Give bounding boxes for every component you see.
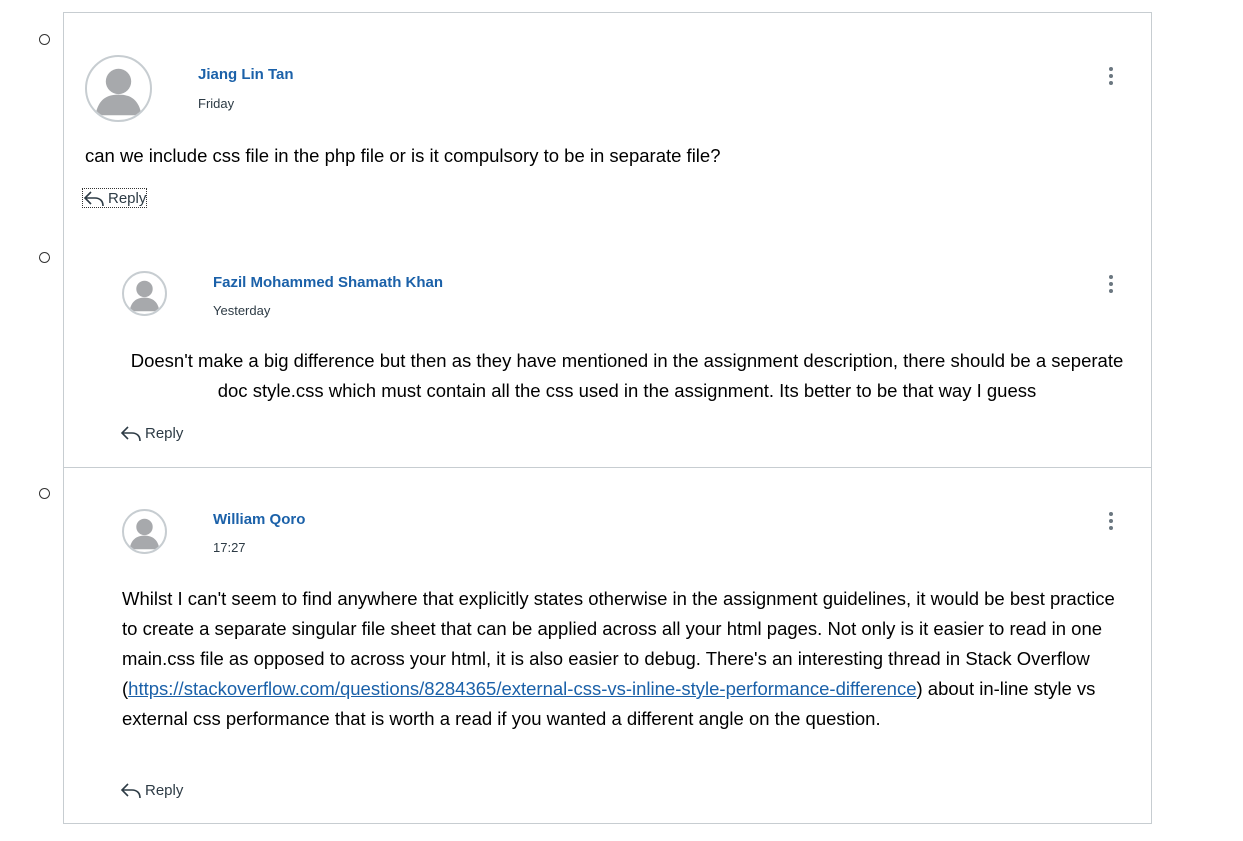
reply-button[interactable]: Reply: [120, 424, 183, 442]
avatar[interactable]: [85, 55, 152, 122]
author-name[interactable]: Jiang Lin Tan: [198, 66, 294, 83]
user-silhouette-icon: [129, 280, 160, 312]
more-options-icon[interactable]: [1106, 65, 1116, 87]
thread-bullet: [39, 252, 50, 263]
message-body: can we include css file in the php file …: [85, 145, 721, 166]
reply-arrow-icon: [120, 783, 141, 799]
thread-bullet: [39, 488, 50, 499]
post-time: 17:27: [213, 540, 246, 555]
thread-bullet: [39, 34, 50, 45]
reply-arrow-icon: [83, 191, 104, 207]
reply-label: Reply: [145, 424, 184, 442]
reply-button[interactable]: Reply: [120, 781, 183, 799]
post-time: Friday: [198, 96, 235, 111]
discussion-entry: William Qoro 17:27 Whilst I can't seem t…: [63, 467, 1152, 824]
avatar[interactable]: [122, 271, 167, 316]
message-body: Whilst I can't seem to find anywhere tha…: [122, 584, 1122, 734]
post-time: Yesterday: [213, 303, 271, 318]
avatar[interactable]: [122, 509, 167, 554]
message-body: Doesn't make a big difference but then a…: [130, 350, 1124, 401]
reply-label: Reply: [145, 781, 184, 799]
author-name[interactable]: William Qoro: [213, 511, 305, 528]
reply-button[interactable]: Reply: [81, 188, 148, 208]
user-silhouette-icon: [129, 518, 160, 550]
discussion-entry: Fazil Mohammed Shamath Khan Yesterday Do…: [63, 231, 1152, 468]
reply-arrow-icon: [120, 426, 141, 442]
more-options-icon[interactable]: [1106, 273, 1116, 295]
more-options-icon[interactable]: [1106, 510, 1116, 532]
discussion-entry: Jiang Lin Tan Friday can we include css …: [63, 12, 1152, 232]
author-name[interactable]: Fazil Mohammed Shamath Khan: [213, 274, 443, 291]
stackoverflow-link[interactable]: https://stackoverflow.com/questions/8284…: [128, 678, 916, 699]
user-silhouette-icon: [95, 68, 142, 116]
reply-label: Reply: [108, 189, 147, 207]
